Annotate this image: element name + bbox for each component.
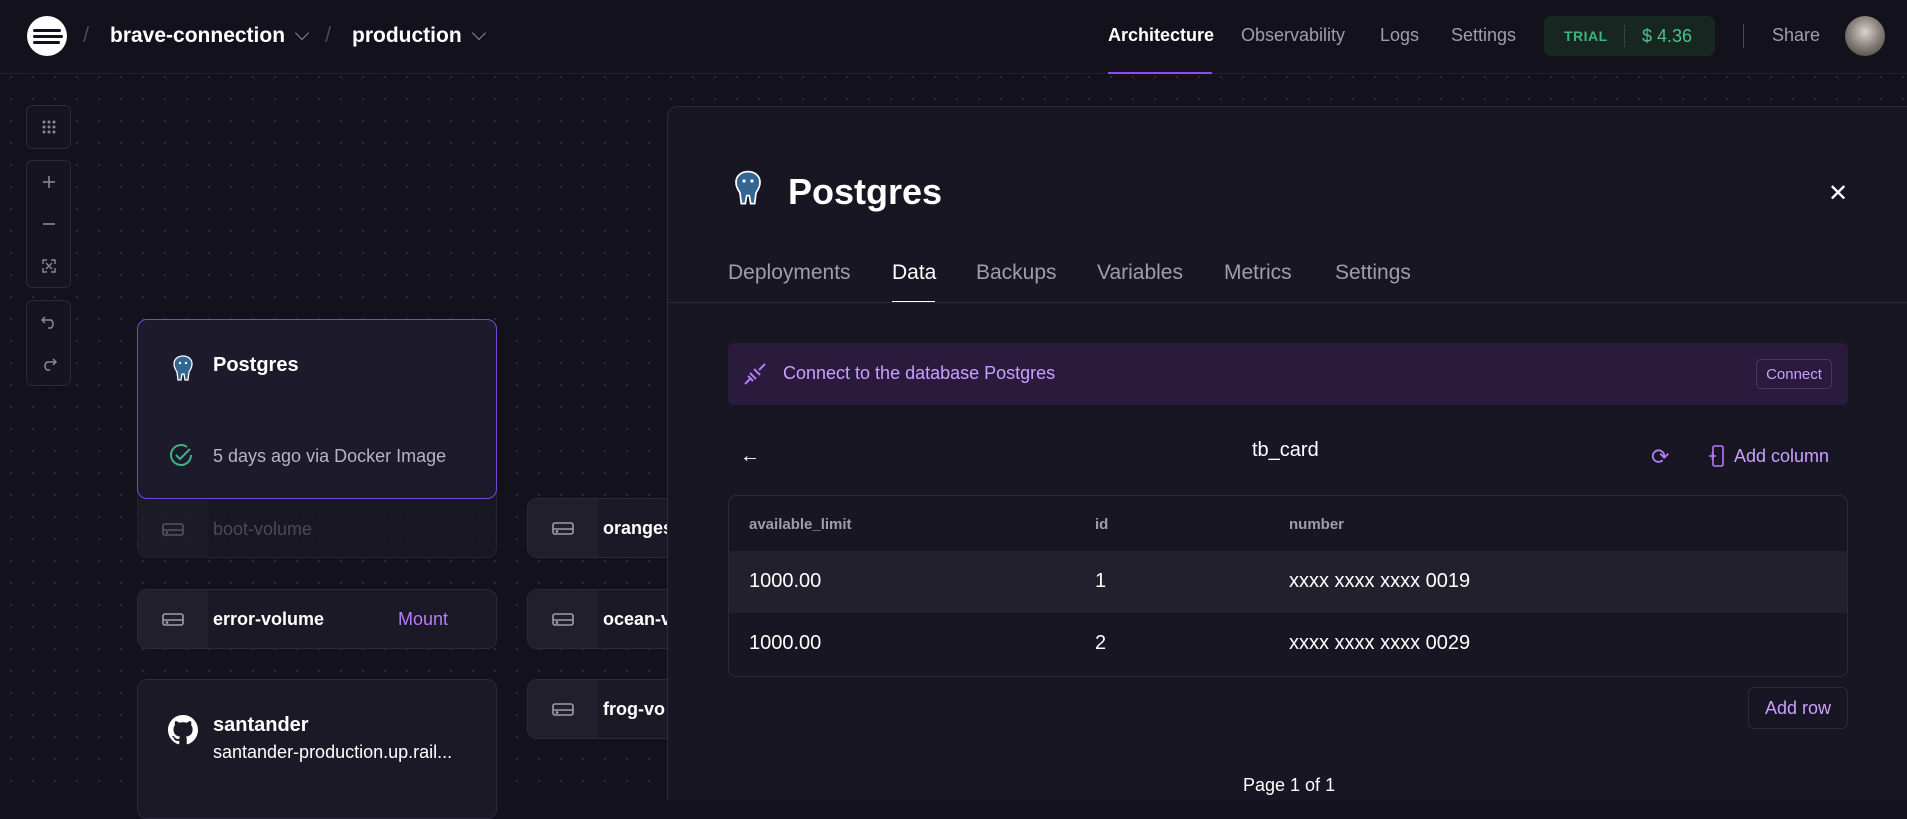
chevron-down-icon: [471, 25, 486, 41]
table-cell[interactable]: 1000.00: [749, 570, 821, 593]
volume-card-error[interactable]: error-volume Mount: [137, 589, 497, 649]
environment-selector[interactable]: production: [352, 24, 486, 48]
redo-icon[interactable]: [27, 343, 70, 385]
table-cell[interactable]: xxxx xxxx xxxx 0019: [1289, 570, 1470, 593]
check-circle-icon: [168, 443, 194, 474]
service-detail-panel: Postgres ✕ Deployments Data Backups Vari…: [667, 106, 1907, 800]
trial-amount: $ 4.36: [1642, 26, 1693, 46]
santander-service-card[interactable]: santander santander-production.up.rail..…: [137, 679, 497, 819]
project-name: brave-connection: [110, 24, 286, 47]
top-nav-bar: / brave-connection / production Architec…: [0, 0, 1907, 74]
tab-data[interactable]: Data: [892, 261, 936, 285]
table-cell[interactable]: 2: [1095, 632, 1106, 655]
column-header[interactable]: available_limit: [749, 516, 852, 533]
add-column-icon: [1709, 445, 1724, 467]
hard-drive-icon: [138, 500, 208, 558]
table-cell[interactable]: 1: [1095, 570, 1106, 593]
breadcrumb-separator: /: [325, 22, 332, 47]
volume-label: ocean-v: [603, 609, 672, 629]
tab-variables[interactable]: Variables: [1097, 261, 1183, 285]
connect-text: Connect to the database Postgres: [783, 363, 1056, 383]
share-button[interactable]: Share: [1772, 25, 1820, 46]
table-name: tb_card: [1252, 439, 1319, 461]
zoom-in-icon[interactable]: [27, 161, 70, 203]
table-row[interactable]: 1000.00 2 xxxx xxxx xxxx 0029: [729, 613, 1847, 675]
undo-icon[interactable]: [27, 301, 70, 343]
service-title: santander: [213, 714, 309, 736]
postgres-elephant-icon: [168, 354, 198, 389]
trial-usage-badge[interactable]: TRIAL $ 4.36: [1544, 16, 1715, 56]
nav-settings[interactable]: Settings: [1451, 25, 1516, 46]
service-url[interactable]: santander-production.up.rail...: [213, 742, 452, 763]
railway-logo-icon[interactable]: [27, 16, 67, 56]
add-column-label: Add column: [1734, 445, 1830, 466]
environment-name: production: [352, 24, 462, 47]
plug-connect-icon: [742, 361, 768, 392]
breadcrumb-separator: /: [83, 22, 90, 47]
column-header[interactable]: number: [1289, 516, 1344, 533]
postgres-elephant-icon: [728, 169, 768, 214]
tab-settings[interactable]: Settings: [1335, 261, 1411, 285]
table-cell[interactable]: xxxx xxxx xxxx 0029: [1289, 632, 1470, 655]
tab-backups[interactable]: Backups: [976, 261, 1057, 285]
divider: [1743, 24, 1744, 48]
toolbar-history-group: [26, 300, 71, 386]
tab-deployments[interactable]: Deployments: [728, 261, 851, 285]
chevron-down-icon: [294, 25, 310, 41]
divider: [668, 302, 1907, 303]
service-title: Postgres: [213, 354, 299, 376]
grid-dots-icon[interactable]: [27, 106, 70, 148]
user-avatar[interactable]: [1845, 16, 1885, 56]
volume-label: frog-vo: [603, 699, 665, 719]
project-selector[interactable]: brave-connection: [110, 24, 310, 48]
add-column-button[interactable]: Add column: [1708, 445, 1829, 467]
mount-button[interactable]: Mount: [398, 609, 448, 630]
hard-drive-icon: [528, 499, 598, 557]
nav-observability[interactable]: Observability: [1241, 25, 1345, 46]
github-icon: [168, 715, 198, 750]
volume-label: oranges: [603, 518, 674, 538]
divider: [1624, 25, 1625, 47]
table-row[interactable]: 1000.00 1 xxxx xxxx xxxx 0019: [729, 551, 1847, 613]
hard-drive-icon: [528, 590, 598, 648]
trial-label: TRIAL: [1564, 28, 1608, 44]
data-table: available_limit id number 1000.00 1 xxxx…: [728, 495, 1848, 677]
fit-view-icon[interactable]: [27, 245, 70, 287]
hard-drive-icon: [138, 590, 208, 648]
nav-architecture[interactable]: Architecture: [1108, 25, 1214, 46]
refresh-icon[interactable]: ⟳: [1651, 444, 1669, 470]
active-nav-indicator: [1108, 72, 1212, 74]
toolbar-zoom-group: [26, 160, 71, 288]
zoom-out-icon[interactable]: [27, 203, 70, 245]
toolbar-layout-group: [26, 105, 71, 149]
panel-title: Postgres: [788, 171, 943, 212]
table-cell[interactable]: 1000.00: [749, 632, 821, 655]
nav-logs[interactable]: Logs: [1380, 25, 1419, 46]
volume-label: boot-volume: [213, 519, 313, 539]
pagination-text: Page 1 of 1: [1243, 775, 1336, 795]
connect-button[interactable]: Connect: [1756, 359, 1832, 389]
column-header[interactable]: id: [1095, 516, 1108, 533]
postgres-service-card[interactable]: Postgres 5 days ago via Docker Image: [137, 319, 497, 499]
close-icon[interactable]: ✕: [1828, 179, 1848, 208]
deployment-status: 5 days ago via Docker Image: [213, 446, 447, 466]
hard-drive-icon: [528, 680, 598, 738]
tab-metrics[interactable]: Metrics: [1224, 261, 1292, 285]
connect-banner: Connect to the database Postgres Connect: [728, 343, 1848, 405]
back-arrow-icon[interactable]: ←: [740, 445, 760, 468]
volume-label: error-volume: [213, 609, 325, 629]
add-row-button[interactable]: Add row: [1748, 687, 1848, 729]
